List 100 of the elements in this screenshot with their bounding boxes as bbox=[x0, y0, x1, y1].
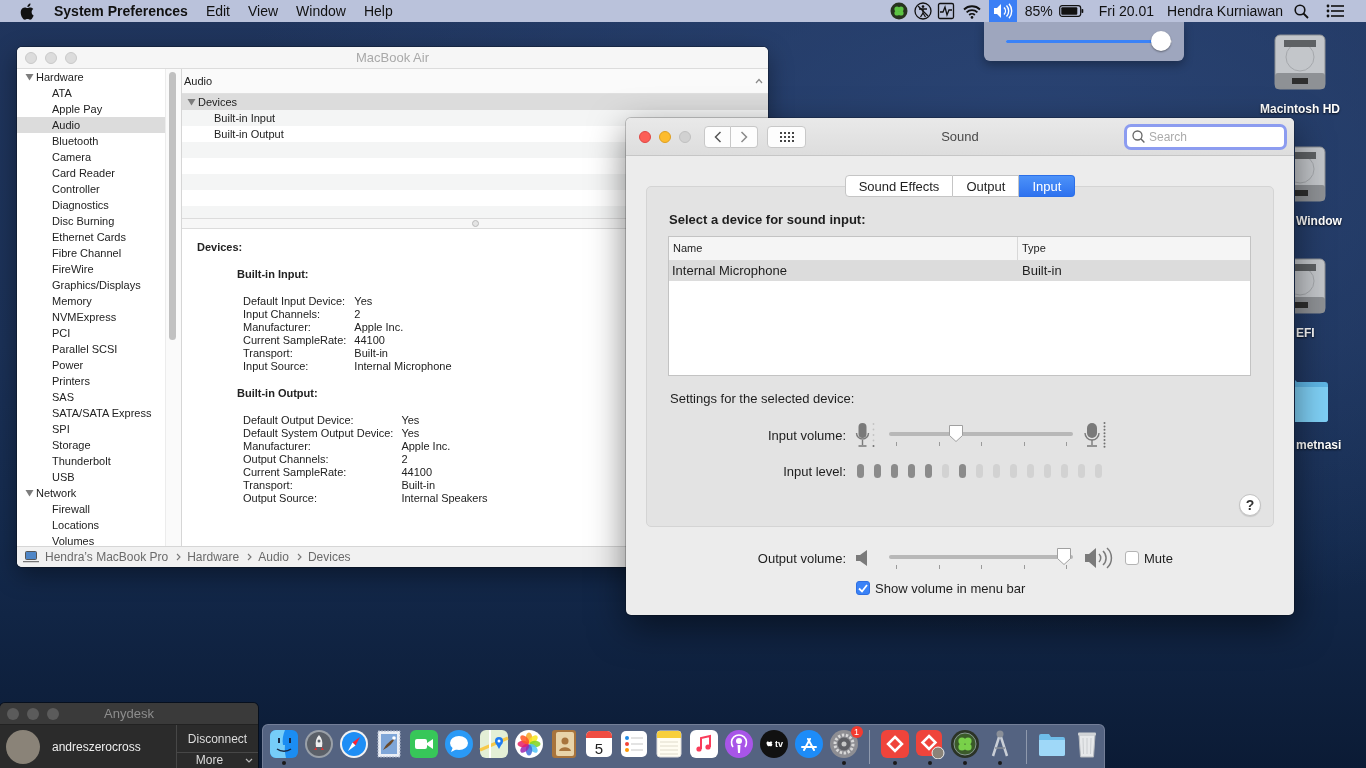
compass-icon[interactable] bbox=[338, 729, 369, 759]
sidebar-item[interactable]: Power bbox=[17, 357, 165, 373]
path-item[interactable]: Devices bbox=[307, 550, 351, 564]
apple-icon[interactable] bbox=[20, 2, 34, 20]
volume-status-button[interactable] bbox=[988, 0, 1017, 22]
gear-icon[interactable] bbox=[828, 729, 859, 759]
show-all-button[interactable] bbox=[767, 125, 806, 148]
caret-icon[interactable] bbox=[755, 78, 763, 84]
sidebar-item[interactable]: PCI bbox=[17, 325, 165, 341]
battery-icon[interactable] bbox=[1058, 5, 1084, 17]
sidebar-item[interactable]: FireWire bbox=[17, 261, 165, 277]
sidebar-item[interactable]: SAS bbox=[17, 389, 165, 405]
tv-icon[interactable]: tv bbox=[758, 729, 789, 759]
sidebar-item[interactable]: NVMExpress bbox=[17, 309, 165, 325]
app-menu[interactable]: System Preferences bbox=[45, 0, 197, 22]
forward-button[interactable] bbox=[731, 125, 758, 148]
tab[interactable]: Input bbox=[1019, 175, 1076, 197]
sidebar-group[interactable]: Hardware bbox=[17, 69, 165, 85]
hard-drive-icon[interactable] bbox=[1272, 33, 1328, 91]
search-icon[interactable] bbox=[1294, 3, 1309, 19]
map-icon[interactable] bbox=[478, 729, 509, 759]
activity-graph-icon[interactable] bbox=[936, 2, 955, 20]
search-field[interactable]: Search bbox=[1124, 123, 1287, 150]
sidebar-item[interactable]: Thunderbolt bbox=[17, 453, 165, 469]
icon-label[interactable]: EFI bbox=[1296, 325, 1315, 341]
scrollbar-thumb[interactable] bbox=[169, 72, 176, 340]
menu-item[interactable]: Edit bbox=[196, 0, 239, 22]
checklist-icon[interactable] bbox=[618, 729, 649, 759]
diamond-avatar-icon[interactable] bbox=[915, 729, 945, 759]
sidebar-item[interactable]: Fibre Channel bbox=[17, 245, 165, 261]
column-header[interactable]: Audio bbox=[182, 69, 768, 94]
disclosure-triangle-icon[interactable] bbox=[25, 489, 34, 497]
outline-row[interactable]: Built-in Input bbox=[182, 110, 280, 126]
sidebar-item[interactable]: Apple Pay bbox=[17, 101, 165, 117]
close-button[interactable] bbox=[639, 130, 651, 143]
show-volume-checkbox[interactable] bbox=[856, 581, 870, 595]
notepad-icon[interactable] bbox=[653, 729, 684, 759]
sidebar-item[interactable]: Graphics/Displays bbox=[17, 277, 165, 293]
path-item[interactable]: Audio bbox=[258, 550, 289, 564]
menu-item[interactable]: View bbox=[239, 0, 288, 22]
grip-dot-icon[interactable] bbox=[471, 220, 479, 227]
music-note-icon[interactable] bbox=[688, 729, 719, 759]
sidebar-item[interactable]: Diagnostics bbox=[17, 197, 165, 213]
icon-label[interactable]: Window bbox=[1296, 213, 1342, 229]
sidebar-item[interactable]: Firewall bbox=[17, 501, 165, 517]
sidebar-item[interactable]: Camera bbox=[17, 149, 165, 165]
sidebar-item[interactable]: SATA/SATA Express bbox=[17, 405, 165, 421]
column-header[interactable]: Name bbox=[669, 237, 1017, 260]
sidebar-item[interactable]: ATA bbox=[17, 85, 165, 101]
sidebar-item[interactable]: USB bbox=[17, 469, 165, 485]
speech-bubble-icon[interactable] bbox=[443, 729, 474, 759]
tab[interactable]: Sound Effects bbox=[844, 175, 954, 197]
sidebar-group[interactable]: Network bbox=[17, 485, 165, 501]
crossed-figure-icon[interactable] bbox=[913, 2, 932, 20]
menu-list-icon[interactable] bbox=[1326, 4, 1344, 18]
video-camera-icon[interactable] bbox=[408, 729, 439, 759]
podcast-icon[interactable] bbox=[723, 729, 754, 759]
back-button[interactable] bbox=[704, 125, 731, 148]
flower-icon[interactable] bbox=[513, 729, 544, 759]
sidebar-item[interactable]: Printers bbox=[17, 373, 165, 389]
sidebar-item[interactable]: SPI bbox=[17, 421, 165, 437]
hard-drive-icon[interactable] bbox=[1295, 145, 1328, 203]
slider-thumb[interactable] bbox=[1056, 547, 1073, 566]
clover-icon[interactable] bbox=[889, 2, 908, 20]
icon-label[interactable]: Macintosh HD bbox=[1260, 101, 1340, 117]
icon-label[interactable]: metnasi bbox=[1296, 437, 1342, 453]
disclosure-triangle-icon[interactable] bbox=[25, 73, 34, 81]
sidebar-item[interactable]: Controller bbox=[17, 181, 165, 197]
input-volume-slider[interactable] bbox=[888, 424, 1074, 446]
path-item[interactable]: Hendra’s MacBook Pro bbox=[45, 550, 169, 564]
outline-row[interactable]: Devices bbox=[182, 94, 768, 110]
table-row[interactable]: Internal Microphone Built-in bbox=[669, 261, 1250, 281]
slider-thumb[interactable] bbox=[947, 424, 964, 443]
sidebar-item[interactable]: Audio bbox=[17, 117, 165, 133]
tab[interactable]: Output bbox=[953, 175, 1020, 197]
clover-icon[interactable] bbox=[950, 729, 980, 759]
help-button[interactable]: ? bbox=[1239, 494, 1261, 516]
disclosure-triangle-icon[interactable] bbox=[187, 98, 196, 106]
sidebar-item[interactable]: Parallel SCSI bbox=[17, 341, 165, 357]
checkbox-label[interactable]: Mute bbox=[1144, 550, 1173, 566]
letter-a-icon[interactable] bbox=[793, 729, 824, 759]
output-volume-slider[interactable] bbox=[888, 547, 1074, 569]
sidebar-item[interactable]: Locations bbox=[17, 517, 165, 533]
sidebar-item[interactable]: Disc Burning bbox=[17, 213, 165, 229]
face-icon[interactable] bbox=[268, 729, 299, 759]
wifi-icon[interactable] bbox=[962, 3, 981, 19]
menu-bar-clock[interactable]: Fri 20.01 bbox=[1098, 0, 1155, 22]
calendar-icon[interactable]: 5 bbox=[583, 729, 614, 759]
battery-percentage[interactable]: 85% bbox=[1024, 0, 1053, 22]
user-menu[interactable]: Hendra Kurniawan bbox=[1167, 0, 1283, 22]
sidebar-item[interactable]: Storage bbox=[17, 437, 165, 453]
sidebar-item[interactable]: Memory bbox=[17, 293, 165, 309]
menu-item[interactable]: Window bbox=[287, 0, 355, 22]
sidebar-item[interactable]: Card Reader bbox=[17, 165, 165, 181]
column-header[interactable]: Type bbox=[1017, 237, 1250, 260]
hard-drive-icon[interactable] bbox=[1295, 257, 1328, 315]
rocket-icon[interactable] bbox=[303, 729, 334, 759]
mute-checkbox[interactable] bbox=[1125, 551, 1139, 565]
checkbox-label[interactable]: Show volume in menu bar bbox=[875, 580, 1026, 596]
outline-row[interactable]: Built-in Output bbox=[182, 126, 288, 142]
